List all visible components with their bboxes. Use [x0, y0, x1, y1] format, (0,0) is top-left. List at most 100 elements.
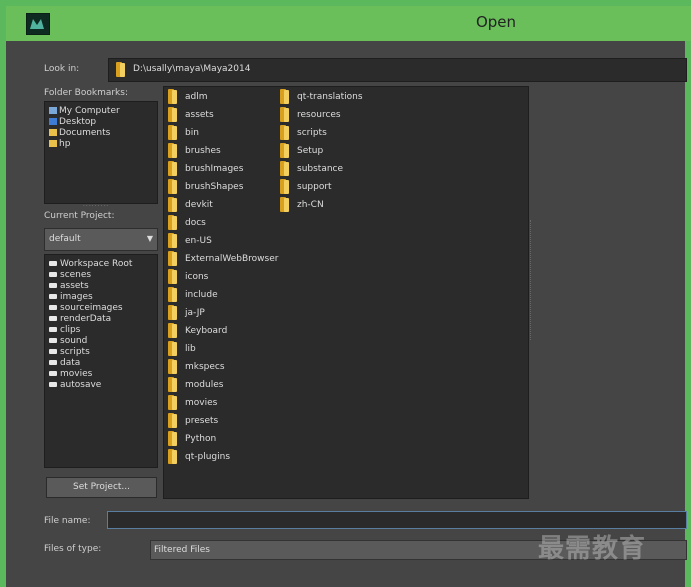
workspace-item-label: data — [60, 358, 81, 368]
folder-icon — [49, 261, 57, 266]
file-list-item-label: support — [297, 182, 332, 192]
folder-icon — [168, 233, 178, 248]
project-selected-value: default — [49, 234, 81, 244]
chevron-down-icon: ▼ — [146, 234, 153, 243]
file-list-item-label: docs — [185, 218, 206, 228]
file-list-item-label: ExternalWebBrowser — [185, 254, 279, 264]
file-list-item-label: brushImages — [185, 164, 244, 174]
folder-icon — [280, 107, 290, 122]
folder-icon — [280, 197, 290, 212]
file-name-input[interactable] — [107, 511, 687, 529]
workspace-item-label: images — [60, 292, 93, 302]
file-list-item-label: ja-JP — [185, 308, 205, 318]
workspace-item[interactable]: renderData — [49, 314, 111, 324]
folder-icon — [49, 272, 57, 277]
file-list-item-label: substance — [297, 164, 344, 174]
title-bar[interactable]: Open — [6, 6, 691, 41]
workspace-item[interactable]: scripts — [49, 347, 90, 357]
file-name-label: File name: — [44, 516, 91, 526]
file-list-item-label: assets — [185, 110, 214, 120]
folder-icon — [168, 107, 178, 122]
folder-icon — [168, 215, 178, 230]
file-list-item-label: adlm — [185, 92, 208, 102]
workspace-item[interactable]: data — [49, 358, 80, 368]
workspace-item-label: renderData — [60, 314, 112, 324]
look-in-path-field[interactable]: D:\usally\maya\Maya2014 — [108, 58, 687, 82]
bookmark-item-hp[interactable]: hp — [49, 139, 70, 149]
workspace-item-label: clips — [60, 325, 81, 335]
computer-icon — [49, 107, 57, 114]
project-dropdown[interactable]: default ▼ — [44, 228, 158, 251]
workspace-item[interactable]: clips — [49, 325, 80, 335]
file-list-item-label: devkit — [185, 200, 213, 210]
folder-icon — [280, 179, 290, 194]
workspace-list[interactable]: Workspace Root scenes assets images sour… — [44, 254, 158, 468]
workspace-item[interactable]: movies — [49, 369, 92, 379]
file-list-item-label: scripts — [297, 128, 327, 138]
file-list-item-label: qt-translations — [297, 92, 363, 102]
file-list-item-label: Python — [185, 434, 217, 444]
folder-icon — [168, 359, 178, 374]
folder-icon — [49, 316, 57, 321]
workspace-item-label: sourceimages — [60, 303, 123, 313]
folder-icon — [168, 251, 178, 266]
bookmarks-list[interactable]: My Computer Desktop Documents hp — [44, 101, 158, 204]
workspace-item[interactable]: Workspace Root — [49, 259, 132, 269]
folder-icon — [49, 360, 57, 365]
file-list-item-label: qt-plugins — [185, 452, 231, 462]
file-list-item-label: mkspecs — [185, 362, 225, 372]
folder-icon — [280, 143, 290, 158]
file-list-item-label: include — [185, 290, 218, 300]
folder-icon — [49, 294, 57, 299]
folder-icon — [168, 179, 178, 194]
splitter-handle[interactable]: ········· — [83, 203, 109, 210]
workspace-item-label: scripts — [60, 347, 90, 357]
workspace-item[interactable]: autosave — [49, 380, 101, 390]
bookmark-label: Desktop — [59, 117, 97, 127]
workspace-item[interactable]: sound — [49, 336, 87, 346]
bookmark-item-my-computer[interactable]: My Computer — [49, 106, 120, 116]
maya-app-icon — [26, 13, 50, 35]
workspace-item[interactable]: images — [49, 292, 93, 302]
bookmark-item-documents[interactable]: Documents — [49, 128, 110, 138]
folder-icon — [168, 161, 178, 176]
workspace-item[interactable]: scenes — [49, 270, 91, 280]
look-in-label: Look in: — [44, 64, 80, 74]
folder-icon — [168, 269, 178, 284]
file-list-item-label: movies — [185, 398, 218, 408]
folder-icon — [49, 338, 57, 343]
workspace-item[interactable]: assets — [49, 281, 89, 291]
look-in-path-text: D:\usally\maya\Maya2014 — [133, 64, 251, 74]
workspace-item-label: sound — [60, 336, 88, 346]
file-list-item-label: presets — [185, 416, 219, 426]
folder-icon — [168, 431, 178, 446]
folder-icon — [168, 323, 178, 338]
bookmark-label: My Computer — [59, 106, 120, 116]
file-list-item-label: Keyboard — [185, 326, 228, 336]
bookmark-label: Documents — [59, 128, 111, 138]
folder-icon — [168, 341, 178, 356]
watermark-text: 最需教育 — [538, 534, 647, 564]
file-list-item-label: modules — [185, 380, 224, 390]
set-project-button[interactable]: Set Project... — [46, 477, 157, 498]
files-of-type-label: Files of type: — [44, 544, 102, 554]
workspace-item-label: assets — [60, 281, 89, 291]
file-list-item-label: brushShapes — [185, 182, 244, 192]
workspace-item-label: scenes — [60, 270, 92, 280]
folder-icon — [168, 305, 178, 320]
file-list-item-label: brushes — [185, 146, 221, 156]
documents-icon — [49, 129, 57, 136]
desktop-icon — [49, 118, 57, 125]
folder-icon — [168, 413, 178, 428]
folder-icon — [168, 395, 178, 410]
workspace-item[interactable]: sourceimages — [49, 303, 123, 313]
window-title: Open — [475, 13, 517, 31]
bookmark-item-desktop[interactable]: Desktop — [49, 117, 96, 127]
column-splitter[interactable] — [530, 220, 533, 340]
file-list-item-label: bin — [185, 128, 199, 138]
bookmark-label: hp — [59, 139, 71, 149]
folder-icon — [116, 62, 126, 77]
file-list-item-label: icons — [185, 272, 209, 282]
folder-icon — [49, 382, 57, 387]
folder-bookmarks-label: Folder Bookmarks: — [44, 88, 128, 98]
